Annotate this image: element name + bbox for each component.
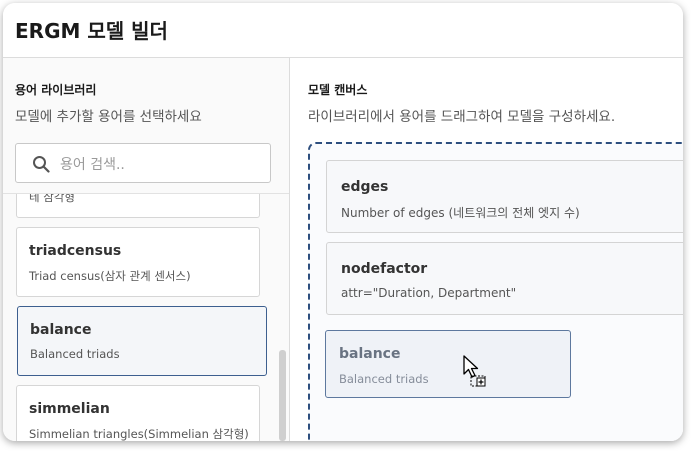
term-card-balance[interactable]: balance Balanced triads (17, 306, 267, 376)
library-subtitle: 모델에 추가할 용어를 선택하세요 (15, 109, 202, 125)
library-title: 용어 라이브러리 (15, 83, 97, 97)
app-header: ERGM 모델 빌더 (3, 3, 683, 58)
term-name: edges (341, 179, 389, 195)
drag-copy-cursor-icon (463, 355, 486, 387)
term-list: 테 삼각형 triadcensus Triad census(삼자 관계 센서스… (3, 194, 289, 441)
page-title: ERGM 모델 빌더 (15, 19, 168, 43)
canvas-subtitle: 라이브러리에서 용어를 드래그하여 모델을 구성하세요. (308, 109, 616, 125)
term-desc: Simmelian triangles(Simmelian 삼각형) (29, 427, 249, 441)
term-desc: Number of edges (네트워크의 전체 엣지 수) (341, 206, 580, 220)
term-desc: attr="Duration, Department" (341, 286, 517, 300)
term-name: balance (339, 346, 401, 362)
term-name: balance (30, 322, 92, 338)
term-card-triadcensus[interactable]: triadcensus Triad census(삼자 관계 센서스) (16, 227, 260, 297)
term-desc: Balanced triads (339, 372, 429, 386)
app-window: ERGM 모델 빌더 용어 라이브러리 모델에 추가할 용어를 선택하세요 용어… (3, 3, 683, 441)
list-scrollbar[interactable] (279, 350, 286, 441)
model-term-nodefactor[interactable]: nodefactor attr="Duration, Department" (326, 242, 683, 315)
canvas-title: 모델 캔버스 (308, 83, 368, 97)
term-desc: Triad census(삼자 관계 센서스) (29, 269, 191, 283)
dragged-term-balance[interactable]: balance Balanced triads (325, 330, 571, 398)
term-card-partial[interactable]: 테 삼각형 (16, 194, 260, 218)
term-desc: Balanced triads (30, 347, 120, 361)
term-desc: 테 삼각형 (29, 194, 75, 204)
term-name: triadcensus (29, 243, 122, 259)
model-term-edges[interactable]: edges Number of edges (네트워크의 전체 엣지 수) (326, 160, 683, 233)
term-name: simmelian (29, 401, 110, 417)
term-name: nodefactor (341, 261, 428, 277)
term-card-simmelian[interactable]: simmelian Simmelian triangles(Simmelian … (16, 385, 260, 441)
search-box[interactable]: 용어 검색.. (15, 143, 271, 183)
search-input[interactable]: 용어 검색.. (60, 154, 125, 174)
term-library-panel: 용어 라이브러리 모델에 추가할 용어를 선택하세요 용어 검색.. 테 삼각형… (3, 58, 290, 441)
search-icon (33, 156, 50, 173)
